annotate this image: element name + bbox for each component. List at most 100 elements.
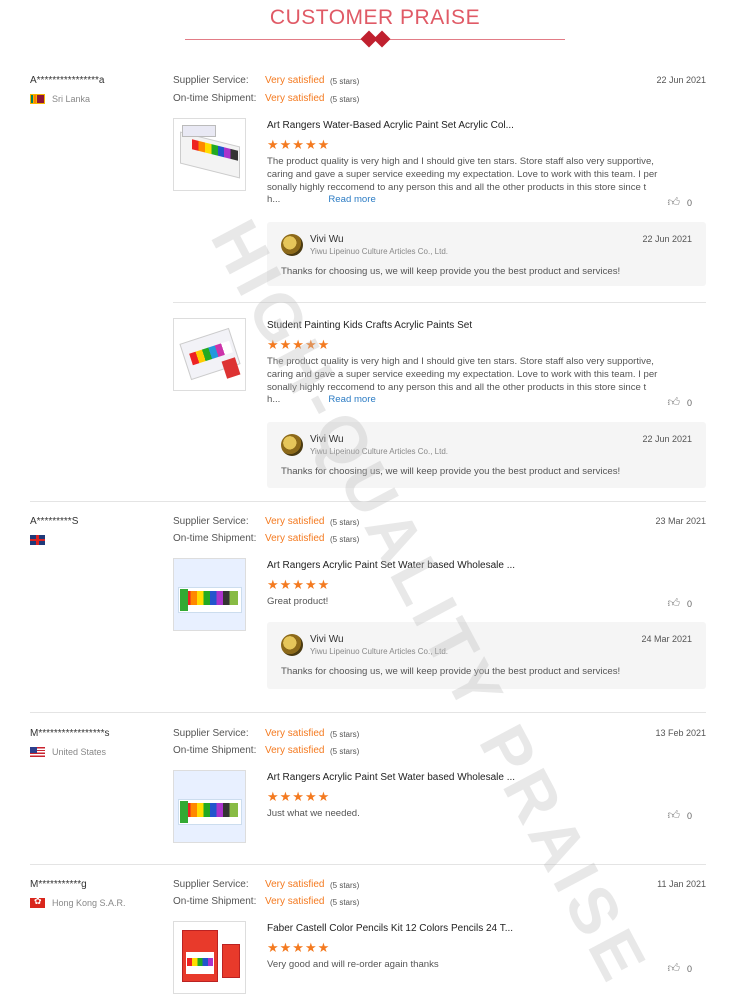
like-count: 0 (686, 397, 692, 408)
reply-text: Thanks for choosing us, we will keep pro… (281, 466, 621, 477)
review-text: Just what we needed. (267, 808, 667, 821)
product-title[interactable]: Student Painting Kids Crafts Acrylic Pai… (267, 320, 472, 331)
product-title[interactable]: Art Rangers Acrylic Paint Set Water base… (267, 772, 515, 783)
like-button[interactable]: 👍︎ 0 (667, 395, 692, 410)
ontime-shipment-value: Very satisfied (265, 93, 325, 104)
reply-text: Thanks for choosing us, we will keep pro… (281, 666, 621, 677)
page-header: CUSTOMER PRAISE (0, 0, 750, 60)
review-divider (30, 864, 706, 865)
like-button[interactable]: 👍︎ 0 (667, 961, 692, 976)
supplier-service-label: Supplier Service: (173, 75, 249, 86)
seller-company: Yiwu Lipeinuo Culture Articles Co., Ltd. (310, 447, 448, 456)
review-body: Great product! (267, 596, 329, 607)
review-product: Art Rangers Acrylic Paint Set Water base… (173, 558, 706, 708)
product-thumbnail[interactable] (173, 558, 246, 631)
product-divider (173, 302, 706, 303)
review-body: Just what we needed. (267, 808, 360, 819)
ontime-shipment-label: On-time Shipment: (173, 745, 257, 756)
supplier-service-label: Supplier Service: (173, 516, 249, 527)
review-product: Art Rangers Water-Based Acrylic Paint Se… (173, 118, 706, 293)
supplier-service-label: Supplier Service: (173, 879, 249, 890)
like-button[interactable]: 👍︎ 0 (667, 596, 692, 611)
rating-stars: ★★★★★ (267, 337, 331, 352)
country-label: Sri Lanka (52, 94, 91, 104)
rating-stars: ★★★★★ (267, 940, 331, 955)
reviewer-country: United States (30, 747, 106, 757)
rating-stars: ★★★★★ (267, 577, 331, 592)
product-title[interactable]: Faber Castell Color Pencils Kit 12 Color… (267, 923, 513, 934)
seller-avatar (281, 434, 303, 456)
supplier-service-value: Very satisfied (265, 879, 325, 890)
country-label: United States (52, 747, 107, 757)
read-more-link[interactable]: Read more (328, 394, 375, 405)
reviewer-country: Hong Kong S.A.R. (30, 898, 126, 908)
reviewer-name: A****************a (30, 75, 105, 86)
product-thumbnail[interactable] (173, 770, 246, 843)
seller-reply: Vivi Wu Yiwu Lipeinuo Culture Articles C… (267, 422, 706, 488)
like-count: 0 (686, 197, 692, 208)
reviewer-country: Sri Lanka (30, 94, 90, 104)
review-date: 22 Jun 2021 (656, 75, 706, 85)
read-more-link[interactable]: Read more (328, 194, 375, 205)
ontime-shipment-stars: (5 stars) (330, 535, 360, 544)
review-date: 11 Jan 2021 (657, 879, 706, 889)
thumbs-up-icon: 👍︎ (667, 596, 680, 610)
like-button[interactable]: 👍︎ 0 (667, 195, 692, 210)
seller-avatar (281, 634, 303, 656)
review-card: M*****************s United States Suppli… (30, 728, 706, 858)
reply-date: 24 Mar 2021 (641, 634, 692, 644)
ontime-shipment-value: Very satisfied (265, 533, 325, 544)
supplier-service-stars: (5 stars) (330, 77, 360, 86)
supplier-service-stars: (5 stars) (330, 730, 360, 739)
product-thumbnail[interactable] (173, 318, 246, 391)
supplier-service-stars: (5 stars) (330, 518, 360, 527)
page-title: CUSTOMER PRAISE (269, 6, 481, 29)
ontime-shipment-value: Very satisfied (265, 745, 325, 756)
seller-reply: Vivi Wu Yiwu Lipeinuo Culture Articles C… (267, 622, 706, 689)
reply-date: 22 Jun 2021 (642, 434, 692, 444)
ontime-shipment-stars: (5 stars) (330, 95, 360, 104)
product-thumbnail[interactable] (173, 921, 246, 994)
ontime-shipment-value: Very satisfied (265, 896, 325, 907)
supplier-service-label: Supplier Service: (173, 728, 249, 739)
reviewer-country (30, 535, 52, 545)
review-card: A****************a Sri Lanka Supplier Se… (30, 75, 706, 495)
thumbs-up-icon: 👍︎ (667, 195, 680, 209)
review-divider (30, 712, 706, 713)
ontime-shipment-label: On-time Shipment: (173, 93, 257, 104)
ontime-shipment-label: On-time Shipment: (173, 896, 257, 907)
reviewer-name: M*****************s (30, 728, 110, 739)
thumbs-up-icon: 👍︎ (667, 808, 680, 822)
hong-kong-flag-icon (30, 898, 45, 908)
review-date: 13 Feb 2021 (655, 728, 706, 738)
like-count: 0 (686, 598, 692, 609)
reviewer-name: A*********S (30, 516, 79, 527)
supplier-service-value: Very satisfied (265, 516, 325, 527)
review-product: Student Painting Kids Crafts Acrylic Pai… (173, 318, 706, 493)
seller-name: Vivi Wu (310, 434, 344, 445)
product-thumbnail[interactable] (173, 118, 246, 191)
review-text: The product quality is very high and I s… (267, 156, 667, 207)
like-count: 0 (686, 810, 692, 821)
product-title[interactable]: Art Rangers Acrylic Paint Set Water base… (267, 560, 515, 571)
reply-date: 22 Jun 2021 (642, 234, 692, 244)
like-button[interactable]: 👍︎ 0 (667, 808, 692, 823)
reply-text: Thanks for choosing us, we will keep pro… (281, 266, 621, 277)
seller-name: Vivi Wu (310, 234, 344, 245)
country-label: Hong Kong S.A.R. (52, 898, 126, 908)
seller-company: Yiwu Lipeinuo Culture Articles Co., Ltd. (310, 247, 448, 256)
review-text: Very good and will re-order again thanks (267, 959, 667, 972)
review-body: The product quality is very high and I s… (267, 156, 658, 206)
ontime-shipment-label: On-time Shipment: (173, 533, 257, 544)
product-title[interactable]: Art Rangers Water-Based Acrylic Paint Se… (267, 120, 514, 131)
us-flag-icon (30, 747, 45, 757)
review-card: M***********g Hong Kong S.A.R. Supplier … (30, 879, 706, 1006)
diamond-ornament-icon (373, 30, 391, 48)
ontime-shipment-stars: (5 stars) (330, 898, 360, 907)
ontime-shipment-stars: (5 stars) (330, 747, 360, 756)
review-divider (30, 501, 706, 502)
review-text: The product quality is very high and I s… (267, 356, 667, 407)
uk-flag-icon (30, 535, 45, 545)
sri-lanka-flag-icon (30, 94, 45, 104)
rating-stars: ★★★★★ (267, 137, 331, 152)
